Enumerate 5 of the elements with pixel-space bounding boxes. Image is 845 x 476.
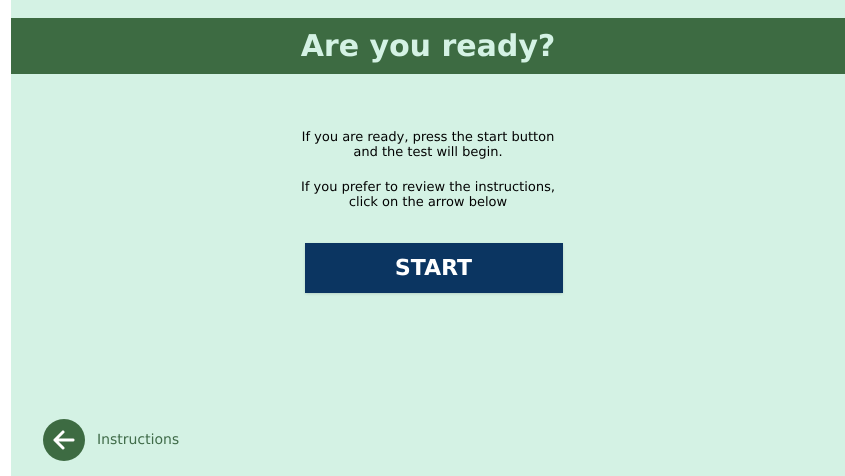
instruction-text: If you are ready, press the start button and the test will begin. <box>302 130 554 160</box>
instruction-text: If you prefer to review the instructions, click on the arrow below <box>301 180 555 210</box>
start-button[interactable]: START <box>304 243 562 293</box>
page-title: Are you ready? <box>300 28 556 66</box>
instructions-link[interactable]: Instructions <box>97 430 180 450</box>
